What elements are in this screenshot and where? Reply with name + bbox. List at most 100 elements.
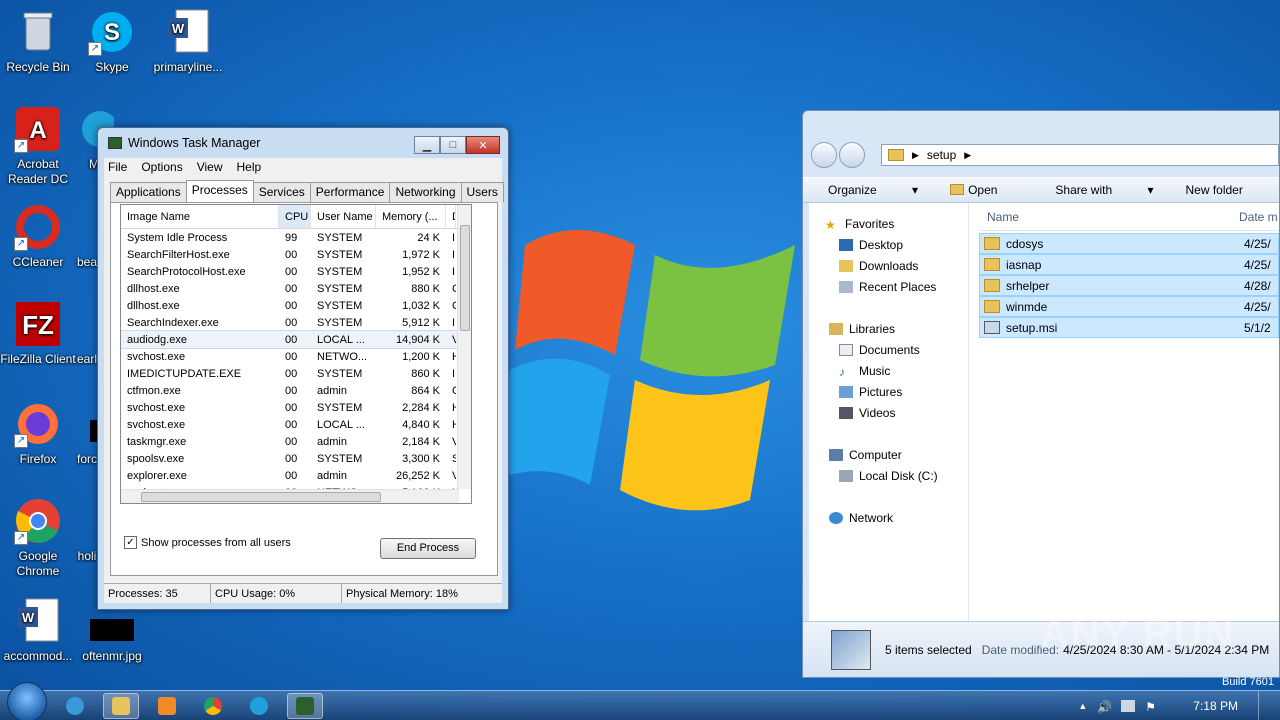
- column-name[interactable]: Name: [979, 210, 1239, 224]
- desktop-icon-recycle-bin[interactable]: Recycle Bin: [0, 8, 76, 75]
- tab-networking[interactable]: Networking: [389, 182, 462, 202]
- process-row[interactable]: taskmgr.exe 00 admin 2,184 K V: [121, 433, 471, 450]
- taskbar-media-player[interactable]: [149, 693, 185, 719]
- taskbar-chrome[interactable]: [195, 693, 231, 719]
- close-button[interactable]: ✕: [466, 136, 500, 154]
- menu-options[interactable]: Options: [141, 160, 182, 174]
- start-button[interactable]: [7, 681, 47, 720]
- nav-local-disk[interactable]: Local Disk (C:): [839, 469, 938, 483]
- show-desktop-button[interactable]: [1258, 691, 1270, 720]
- network-icon[interactable]: [1121, 700, 1136, 712]
- desktop-icon-primaryline[interactable]: W primaryline...: [150, 8, 226, 75]
- chevron-right-icon[interactable]: ▶: [912, 150, 919, 161]
- maximize-button[interactable]: □: [440, 136, 466, 154]
- taskbar-ie[interactable]: [57, 693, 93, 719]
- address-bar[interactable]: ▶ setup ▶: [881, 144, 1279, 166]
- desktop-icon-filezilla[interactable]: FZ FileZilla Client: [0, 300, 76, 367]
- process-row[interactable]: SearchProtocolHost.exe 00 SYSTEM 1,952 K I: [121, 263, 471, 280]
- process-row[interactable]: IMEDICTUPDATE.EXE 00 SYSTEM 860 K I: [121, 365, 471, 382]
- process-row[interactable]: System Idle Process 99 SYSTEM 24 K I: [121, 229, 471, 246]
- nav-desktop[interactable]: Desktop: [839, 238, 903, 252]
- menu-help[interactable]: Help: [237, 160, 262, 174]
- process-row[interactable]: svchost.exe 00 NETWO... 1,200 K H: [121, 348, 471, 365]
- process-memory: 864 K: [411, 384, 440, 397]
- process-row[interactable]: spoolsv.exe 00 SYSTEM 3,300 K S: [121, 450, 471, 467]
- process-list[interactable]: Image Name CPU User Name Memory (... D S…: [120, 204, 472, 504]
- action-center-icon[interactable]: ⚑: [1145, 700, 1159, 714]
- process-row[interactable]: explorer.exe 00 admin 26,252 K V: [121, 467, 471, 484]
- new-folder-button[interactable]: New folder: [1185, 183, 1242, 197]
- breadcrumb-setup[interactable]: setup: [927, 148, 956, 162]
- tab-users[interactable]: Users: [460, 182, 504, 202]
- desktop-icon-chrome[interactable]: ↗ Google Chrome: [0, 497, 76, 579]
- explorer-window[interactable]: ▶ setup ▶ Organize ▾ Open Share with ▾ N…: [802, 110, 1280, 678]
- tab-services[interactable]: Services: [252, 182, 311, 202]
- end-process-button[interactable]: End Process: [380, 538, 476, 559]
- column-memory[interactable]: Memory (...: [376, 205, 446, 228]
- nav-downloads[interactable]: Downloads: [839, 259, 918, 273]
- process-row[interactable]: SearchIndexer.exe 00 SYSTEM 5,912 K I: [121, 314, 471, 331]
- chevron-right-icon[interactable]: ▶: [964, 150, 971, 161]
- process-row[interactable]: svchost.exe 00 SYSTEM 2,284 K H: [121, 399, 471, 416]
- nav-videos[interactable]: Videos: [839, 406, 895, 420]
- horizontal-scrollbar[interactable]: [121, 489, 459, 503]
- taskbar-task-manager[interactable]: [287, 692, 323, 719]
- tab-processes[interactable]: Processes: [185, 180, 254, 202]
- desktop-icon-accommod[interactable]: W accommod...: [0, 597, 76, 664]
- tab-performance[interactable]: Performance: [309, 182, 391, 202]
- file-row[interactable]: winmde 4/25/: [979, 296, 1279, 317]
- nav-pictures[interactable]: Pictures: [839, 385, 902, 399]
- column-user-name[interactable]: User Name: [311, 205, 376, 228]
- network-icon: [829, 512, 843, 524]
- process-row[interactable]: ctfmon.exe 00 admin 864 K C: [121, 382, 471, 399]
- file-row[interactable]: cdosys 4/25/: [979, 233, 1279, 254]
- nav-documents[interactable]: Documents: [839, 343, 920, 357]
- desktop-icon-firefox[interactable]: ↗ Firefox: [0, 400, 76, 467]
- process-row[interactable]: dllhost.exe 00 SYSTEM 1,032 K C: [121, 297, 471, 314]
- nav-computer[interactable]: Computer: [829, 448, 902, 462]
- show-hidden-icons-icon[interactable]: ▲: [1078, 701, 1087, 711]
- desktop-icon-label: accommod...: [3, 649, 73, 663]
- nav-favorites[interactable]: ★ Favorites: [825, 217, 894, 232]
- nav-libraries[interactable]: Libraries: [829, 322, 895, 336]
- share-with-button[interactable]: Share with ▾: [1055, 183, 1153, 197]
- process-memory: 880 K: [411, 282, 440, 295]
- file-row[interactable]: iasnap 4/25/: [979, 254, 1279, 275]
- process-description: H: [446, 419, 456, 431]
- column-cpu[interactable]: CPU: [279, 205, 311, 228]
- nav-network[interactable]: Network: [829, 511, 893, 525]
- nav-recent-places[interactable]: Recent Places: [839, 280, 936, 294]
- desktop-icon-oftenmr[interactable]: oftenmr.jpg: [74, 615, 150, 664]
- column-image-name[interactable]: Image Name: [121, 205, 279, 228]
- open-button[interactable]: Open: [950, 183, 1029, 197]
- file-list[interactable]: Name Date m cdosys 4/25/iasnap 4/25/srhelp…: [979, 203, 1279, 621]
- file-row[interactable]: srhelper 4/28/: [979, 275, 1279, 296]
- taskbar-edge[interactable]: [241, 693, 277, 719]
- process-row[interactable]: svchost.exe 00 LOCAL ... 4,840 K H: [121, 416, 471, 433]
- process-user: SYSTEM: [317, 282, 363, 295]
- desktop-icon-ccleaner[interactable]: ↗ CCleaner: [0, 203, 76, 270]
- process-row[interactable]: SearchFilterHost.exe 00 SYSTEM 1,972 K I: [121, 246, 471, 263]
- tab-applications[interactable]: Applications: [110, 182, 187, 202]
- process-row[interactable]: audiodg.exe 00 LOCAL ... 14,904 K V: [121, 330, 471, 349]
- minimize-button[interactable]: ▁: [414, 136, 440, 154]
- process-row[interactable]: dllhost.exe 00 SYSTEM 880 K C: [121, 280, 471, 297]
- nav-music[interactable]: ♪ Music: [839, 364, 890, 379]
- task-manager-window[interactable]: Windows Task Manager ▁ □ ✕ File Options …: [97, 127, 509, 610]
- show-all-users-checkbox[interactable]: ✓: [124, 536, 137, 549]
- file-row[interactable]: setup.msi 5/1/2: [979, 317, 1279, 338]
- forward-button[interactable]: [839, 142, 865, 168]
- process-memory: 4,840 K: [402, 418, 440, 431]
- desktop-icon-acrobat[interactable]: A ↗ Acrobat Reader DC: [0, 105, 76, 187]
- volume-icon[interactable]: 🔊: [1097, 700, 1112, 714]
- organize-button[interactable]: Organize ▾: [828, 183, 918, 197]
- menu-view[interactable]: View: [197, 160, 223, 174]
- clock[interactable]: 7:18 PM: [1193, 699, 1238, 713]
- back-button[interactable]: [811, 142, 837, 168]
- taskbar-explorer[interactable]: [103, 692, 139, 719]
- vertical-scrollbar[interactable]: [457, 205, 471, 489]
- menu-file[interactable]: File: [108, 160, 127, 174]
- column-description[interactable]: D: [446, 205, 456, 228]
- desktop-icon-skype[interactable]: S ↗ Skype: [74, 8, 150, 75]
- column-date-modified[interactable]: Date m: [1239, 210, 1278, 224]
